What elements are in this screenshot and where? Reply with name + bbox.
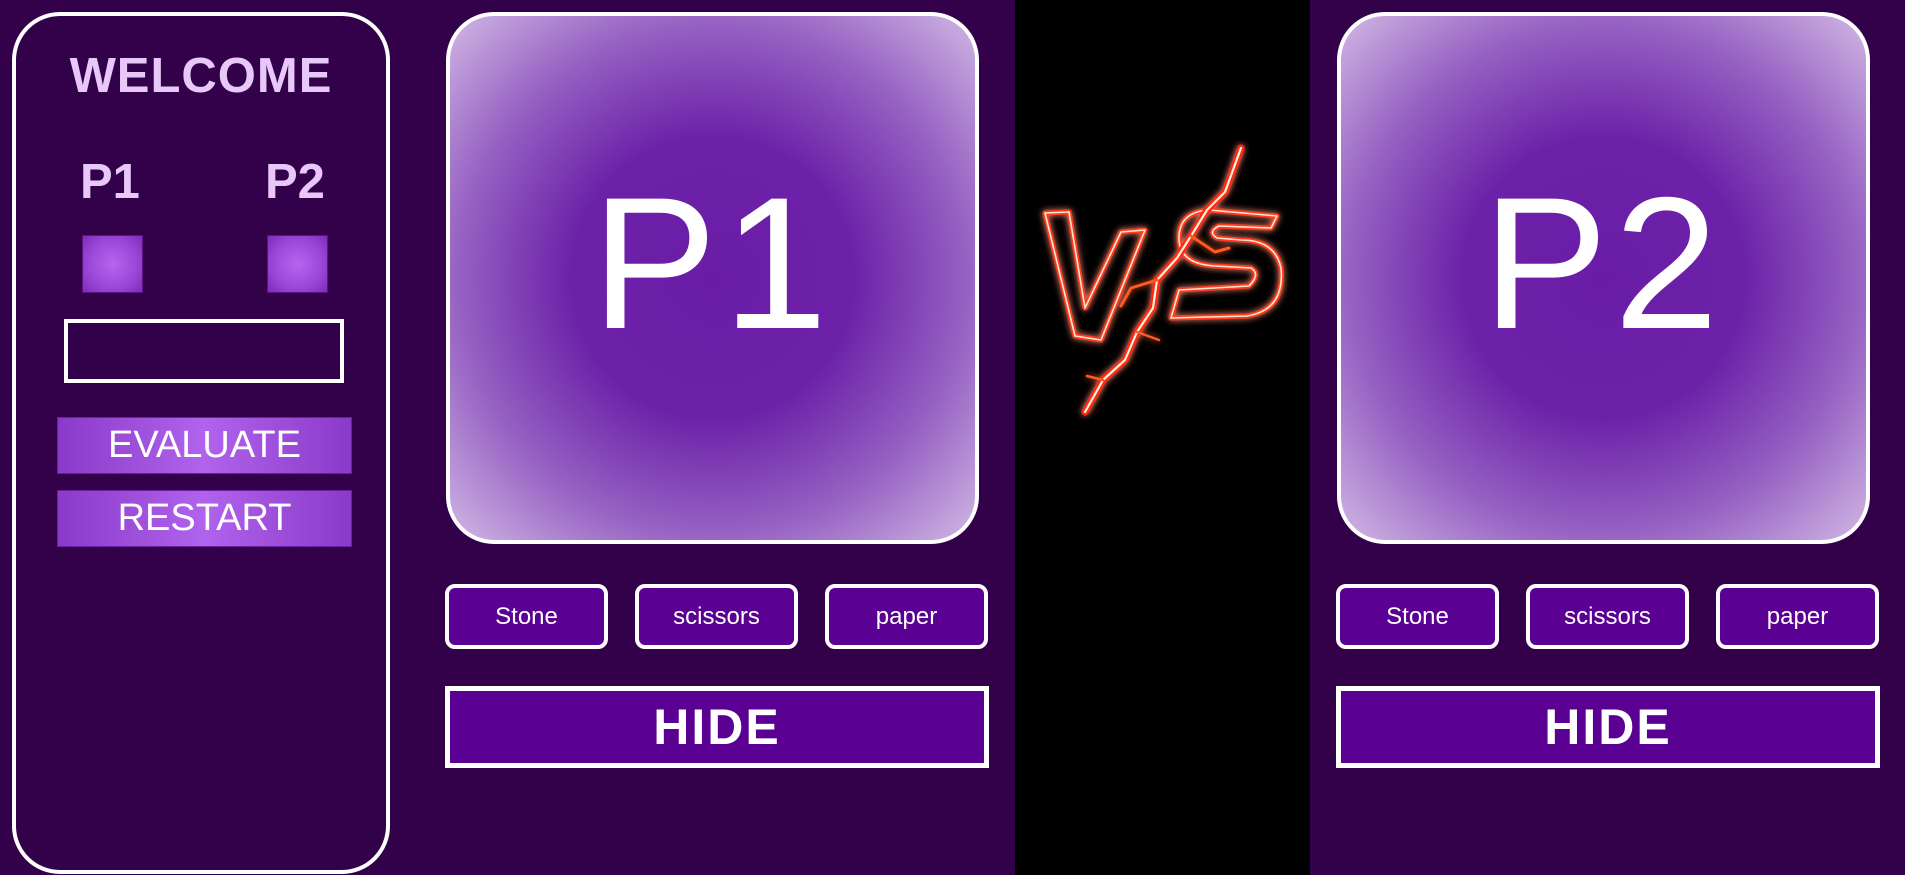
result-display: [64, 319, 344, 383]
player1-hide-button[interactable]: HIDE: [445, 686, 989, 768]
player1-paper-button[interactable]: paper: [825, 584, 988, 649]
player1-card: P1: [446, 12, 979, 544]
evaluate-button[interactable]: EVALUATE: [57, 417, 352, 474]
player2-hide-button[interactable]: HIDE: [1336, 686, 1880, 768]
vs-lightning-icon: [1042, 144, 1284, 416]
player2-card: P2: [1337, 12, 1870, 544]
player2-paper-button[interactable]: paper: [1716, 584, 1879, 649]
score-label-p2: P2: [265, 155, 325, 209]
score-indicator-p1: [82, 235, 143, 293]
player2-card-label: P2: [1482, 158, 1725, 368]
player1-card-label: P1: [591, 158, 834, 368]
sidebar-panel: WELCOME P1 P2 EVALUATE RESTART: [12, 12, 390, 874]
score-indicator-p2: [267, 235, 328, 293]
score-label-p1: P1: [80, 155, 140, 209]
player2-stone-button[interactable]: Stone: [1336, 584, 1499, 649]
restart-button[interactable]: RESTART: [57, 490, 352, 547]
player2-scissors-button[interactable]: scissors: [1526, 584, 1689, 649]
vs-divider: [1015, 0, 1310, 875]
welcome-heading: WELCOME: [69, 49, 333, 103]
player1-stone-button[interactable]: Stone: [445, 584, 608, 649]
player1-scissors-button[interactable]: scissors: [635, 584, 798, 649]
